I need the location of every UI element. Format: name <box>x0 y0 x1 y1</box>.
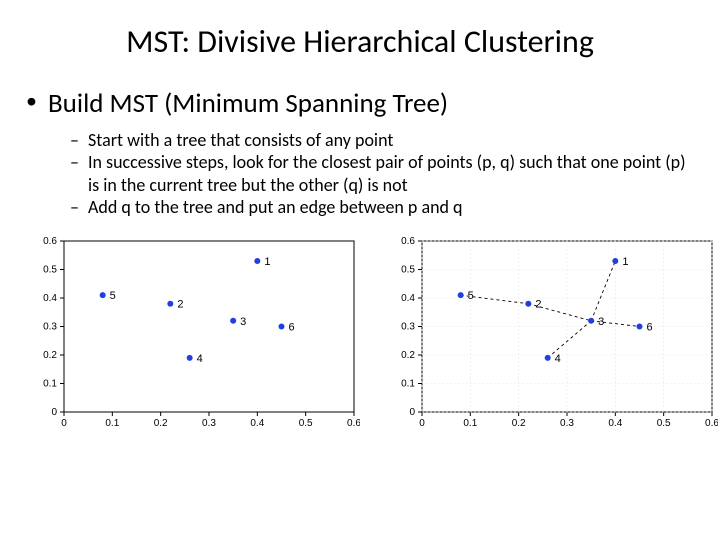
svg-text:0.3: 0.3 <box>560 418 574 429</box>
right-plot-svg: 0 0.1 0.2 0.3 0.4 0.5 0.6 0 0.1 0.2 0.3 0.4 0.5 0.6 1 2… <box>388 235 718 430</box>
svg-text:5: 5 <box>468 290 474 302</box>
svg-text:0.4: 0.4 <box>43 293 57 304</box>
svg-text:2: 2 <box>535 298 541 310</box>
svg-text:3: 3 <box>598 316 604 328</box>
svg-text:4: 4 <box>197 353 203 365</box>
svg-text:0.1: 0.1 <box>43 378 57 389</box>
svg-text:0.4: 0.4 <box>401 293 415 304</box>
svg-text:0.3: 0.3 <box>43 321 57 332</box>
svg-text:0.1: 0.1 <box>401 378 415 389</box>
svg-text:0.2: 0.2 <box>401 350 415 361</box>
sub-bullet-list: Start with a tree that consists of any p… <box>48 129 700 219</box>
bullet-list: Build MST (Minimum Spanning Tree) Start … <box>20 87 700 219</box>
left-plot: 0 0.1 0.2 0.3 0.4 0.5 0.6 0 0.1 0.2 0.3 0.4 0.5 0.6 1 2… <box>30 235 360 435</box>
svg-text:0.6: 0.6 <box>705 418 718 429</box>
svg-text:0.5: 0.5 <box>43 264 57 275</box>
left-plot-svg: 0 0.1 0.2 0.3 0.4 0.5 0.6 0 0.1 0.2 0.3 0.4 0.5 0.6 1 2… <box>30 235 360 430</box>
svg-text:0.4: 0.4 <box>608 418 622 429</box>
svg-text:0.6: 0.6 <box>43 236 57 247</box>
sub-bullet-c: Add q to the tree and put an edge betwee… <box>70 196 700 219</box>
sub-bullet-a: Start with a tree that consists of any p… <box>70 129 700 152</box>
slide-title: MST: Divisive Hierarchical Clustering <box>20 22 700 61</box>
svg-text:0.5: 0.5 <box>299 418 313 429</box>
svg-text:0: 0 <box>51 407 57 418</box>
svg-text:2: 2 <box>177 298 183 310</box>
slide: MST: Divisive Hierarchical Clustering Bu… <box>0 0 720 540</box>
svg-text:0.2: 0.2 <box>43 350 57 361</box>
plots-row: 0 0.1 0.2 0.3 0.4 0.5 0.6 0 0.1 0.2 0.3 0.4 0.5 0.6 1 2… <box>20 235 700 435</box>
svg-text:6: 6 <box>289 321 295 333</box>
svg-text:0: 0 <box>61 418 67 429</box>
svg-text:1: 1 <box>264 256 270 268</box>
svg-text:0.2: 0.2 <box>512 418 526 429</box>
bullet-main: Build MST (Minimum Spanning Tree) Start … <box>26 87 700 219</box>
svg-text:0: 0 <box>419 418 425 429</box>
svg-text:0.5: 0.5 <box>401 264 415 275</box>
svg-text:0.2: 0.2 <box>154 418 168 429</box>
sub-bullet-b: In successive steps, look for the closes… <box>70 151 700 196</box>
svg-text:0: 0 <box>409 407 415 418</box>
svg-text:6: 6 <box>647 321 653 333</box>
svg-text:0.1: 0.1 <box>105 418 119 429</box>
svg-text:1: 1 <box>622 256 628 268</box>
svg-text:0.5: 0.5 <box>657 418 671 429</box>
bullet-main-text: Build MST (Minimum Spanning Tree) <box>48 87 448 120</box>
svg-text:0.6: 0.6 <box>347 418 360 429</box>
svg-text:5: 5 <box>110 290 116 302</box>
svg-text:4: 4 <box>555 353 561 365</box>
svg-text:0.4: 0.4 <box>250 418 264 429</box>
svg-text:3: 3 <box>240 316 246 328</box>
svg-text:0.6: 0.6 <box>401 236 415 247</box>
svg-text:0.1: 0.1 <box>463 418 477 429</box>
right-plot: 0 0.1 0.2 0.3 0.4 0.5 0.6 0 0.1 0.2 0.3 0.4 0.5 0.6 1 2… <box>388 235 718 435</box>
svg-text:0.3: 0.3 <box>401 321 415 332</box>
svg-text:0.3: 0.3 <box>202 418 216 429</box>
